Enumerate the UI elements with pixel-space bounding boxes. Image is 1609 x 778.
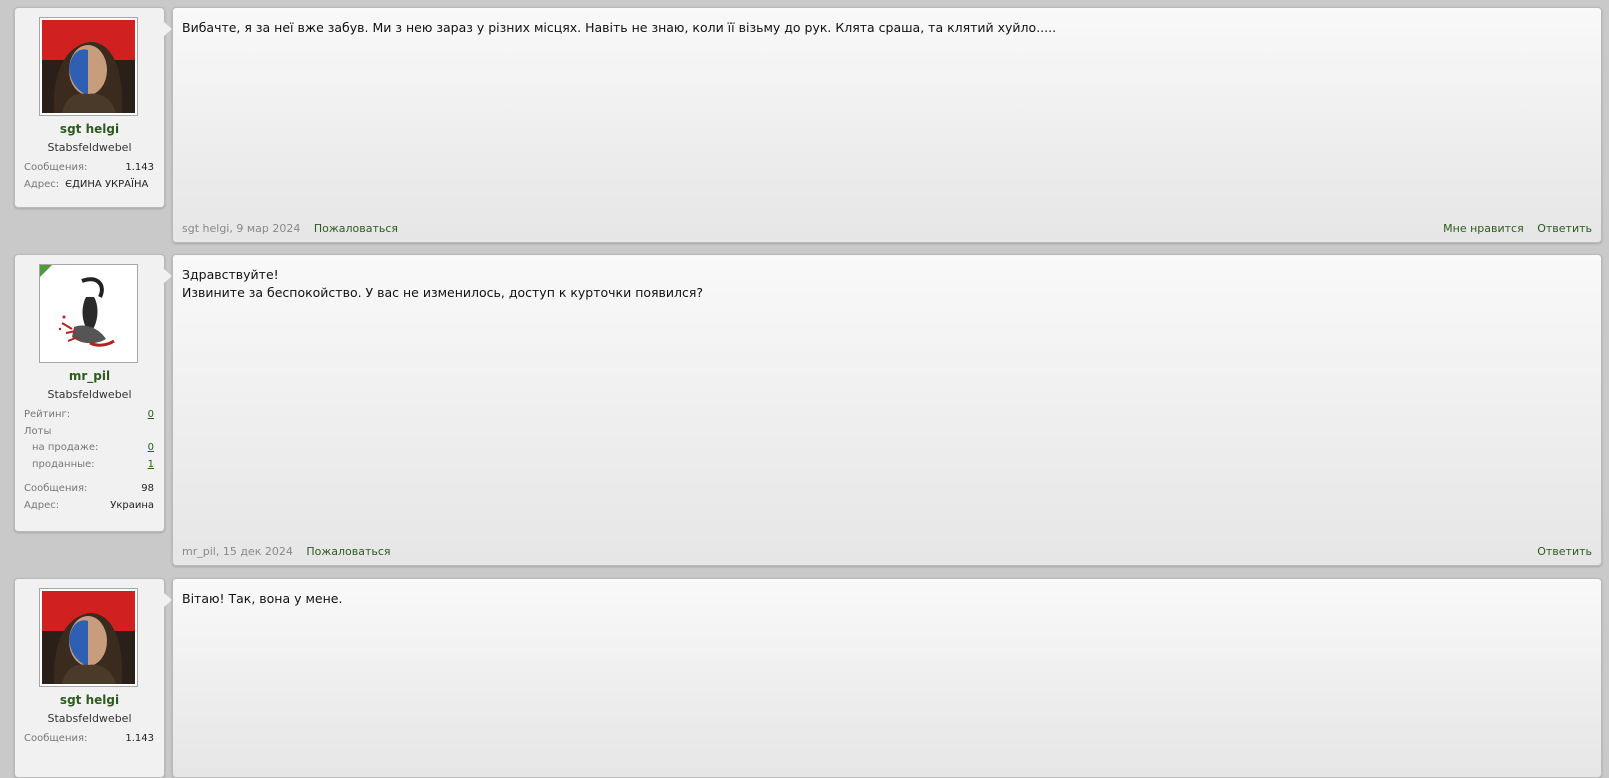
stat-on-sale: на продаже: 0 <box>32 442 154 453</box>
stat-value: 1.143 <box>125 162 154 173</box>
stat-messages: Сообщения: 98 <box>24 483 154 494</box>
stat-value[interactable]: 0 <box>148 442 154 453</box>
username[interactable]: mr_pil <box>15 369 164 383</box>
report-link[interactable]: Пожаловаться <box>306 545 390 558</box>
stat-label: Сообщения: <box>24 483 88 494</box>
stat-messages: Сообщения: 1.143 <box>24 733 154 744</box>
stat-label: проданные: <box>32 459 95 470</box>
message: Вітаю! Так, вона у мене. <box>172 578 1602 778</box>
helmet-sketch-avatar-icon <box>42 267 135 360</box>
stat-label: на продаже: <box>32 442 99 453</box>
user-title: Stabsfeldwebel <box>47 712 132 725</box>
avatar[interactable] <box>39 588 138 687</box>
username[interactable]: sgt helgi <box>15 693 164 707</box>
message: Здравствуйте! Извините за беспокойство. … <box>172 254 1602 566</box>
stat-label: Адрес: <box>24 179 60 190</box>
post-meta[interactable]: mr_pil, 15 дек 2024 <box>182 545 293 558</box>
online-flag-icon <box>40 265 52 277</box>
stat-value: 1.143 <box>125 733 154 744</box>
stat-label: Рейтинг: <box>24 409 71 420</box>
avatar[interactable] <box>39 264 138 363</box>
user-card: sgt helgi Stabsfeldwebel Сообщения: 1.14… <box>14 578 172 778</box>
stat-value: 98 <box>141 483 154 494</box>
post-meta[interactable]: sgt helgi, 9 мар 2024 <box>182 222 300 235</box>
stat-label: Адрес: <box>24 500 60 511</box>
stat-label: Сообщения: <box>24 733 88 744</box>
stat-address: Адрес: ЄДИНА УКРАЇНА <box>24 179 154 190</box>
stat-value[interactable]: 0 <box>148 409 154 420</box>
message-text: Вибачте, я за неї вже забув. Ми з нею за… <box>182 20 1057 35</box>
user-title: Stabsfeldwebel <box>47 388 132 401</box>
stat-value[interactable]: 1 <box>148 459 154 470</box>
user-card: mr_pil Stabsfeldwebel Рейтинг: 0 Лоты на… <box>14 254 172 532</box>
message-text: Вітаю! Так, вона у мене. <box>182 591 343 606</box>
braveheart-avatar-icon <box>42 20 135 113</box>
report-link[interactable]: Пожаловаться <box>314 222 398 235</box>
stat-label: Лоты <box>24 426 52 437</box>
stat-rating: Рейтинг: 0 <box>24 409 154 420</box>
stat-messages: Сообщения: 1.143 <box>24 162 154 173</box>
braveheart-avatar-icon <box>42 591 135 684</box>
stat-sold: проданные: 1 <box>32 459 154 470</box>
message-footer: mr_pil, 15 дек 2024 Пожаловаться Ответит… <box>182 545 1592 558</box>
reply-link[interactable]: Ответить <box>1537 545 1592 558</box>
user-title: Stabsfeldwebel <box>47 141 132 154</box>
stat-value: ЄДИНА УКРАЇНА <box>65 179 149 190</box>
avatar[interactable] <box>39 17 138 116</box>
user-card: sgt helgi Stabsfeldwebel Сообщения: 1.14… <box>14 7 172 208</box>
username[interactable]: sgt helgi <box>15 122 164 136</box>
like-link[interactable]: Мне нравится <box>1443 222 1524 235</box>
stat-address: Адрес: Украина <box>24 500 154 511</box>
message-footer: sgt helgi, 9 мар 2024 Пожаловаться Мне н… <box>182 222 1592 235</box>
message-text: Здравствуйте! Извините за беспокойство. … <box>182 267 704 300</box>
reply-link[interactable]: Ответить <box>1537 222 1592 235</box>
message: Вибачте, я за неї вже забув. Ми з нею за… <box>172 7 1602 243</box>
stat-label: Сообщения: <box>24 162 88 173</box>
stat-lots: Лоты <box>24 426 154 437</box>
stat-value: Украина <box>110 500 154 511</box>
